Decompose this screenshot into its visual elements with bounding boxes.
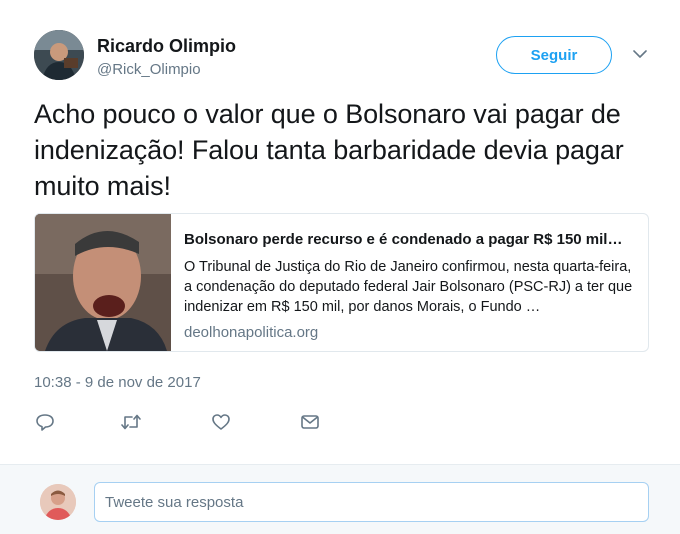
direct-message-icon[interactable] [299, 411, 321, 433]
follow-button[interactable]: Seguir [496, 36, 612, 74]
card-description: O Tribunal de Justiça do Rio de Janeiro … [184, 259, 633, 315]
card-thumbnail [35, 214, 171, 351]
card-title[interactable]: Bolsonaro perde recurso e é condenado a … [184, 230, 639, 250]
author-avatar[interactable] [34, 30, 84, 80]
link-card[interactable]: Bolsonaro perde recurso e é condenado a … [34, 213, 649, 352]
chevron-down-icon[interactable] [632, 46, 648, 62]
user-avatar[interactable] [40, 484, 76, 520]
card-body: Bolsonaro perde recurso e é condenado a … [184, 230, 639, 343]
tweet-timestamp[interactable]: 10:38 - 9 de nov de 2017 [34, 374, 201, 391]
tweet-text: Acho pouco o valor que o Bolsonaro vai p… [34, 99, 624, 201]
tweet-header: Ricardo Olimpio @Rick_Olimpio Seguir [34, 30, 664, 86]
reply-input[interactable]: Tweete sua resposta [94, 482, 649, 522]
author-names: Ricardo Olimpio @Rick_Olimpio [97, 36, 236, 79]
reply-bar: Tweete sua resposta [0, 464, 680, 534]
card-domain: deolhonapolitica.org [184, 324, 319, 341]
reply-icon[interactable] [34, 411, 56, 433]
retweet-icon[interactable] [120, 411, 142, 433]
like-icon[interactable] [210, 411, 232, 433]
author-display-name[interactable]: Ricardo Olimpio [97, 36, 236, 56]
author-handle[interactable]: @Rick_Olimpio [97, 61, 236, 79]
